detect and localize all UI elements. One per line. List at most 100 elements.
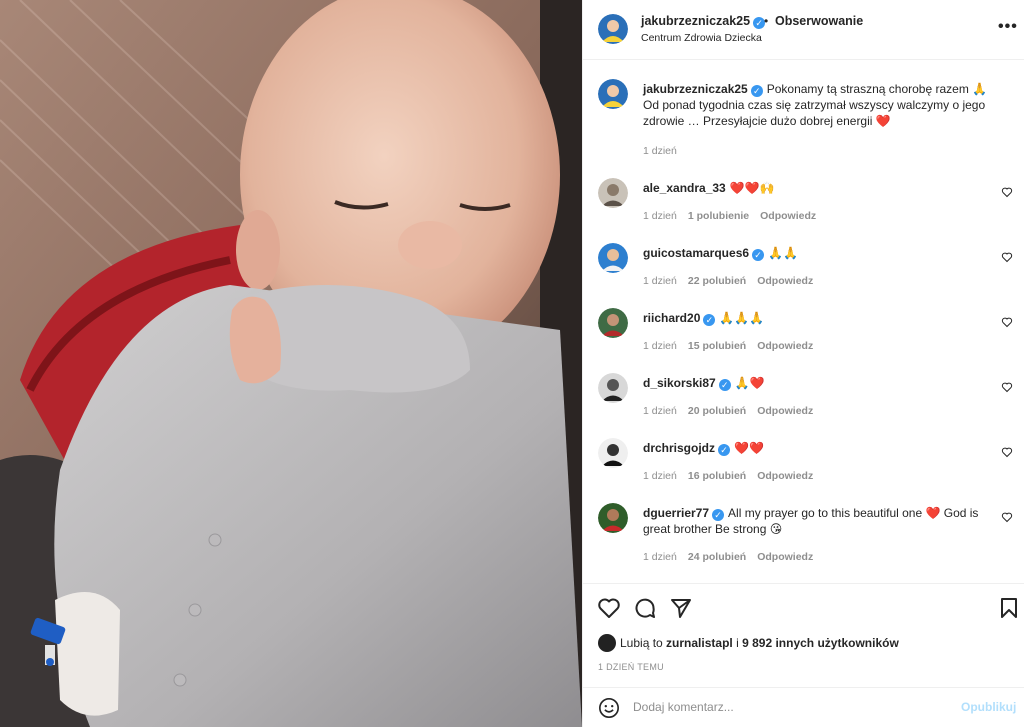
comment-meta: 1 dzień 24 polubień Odpowiedz [643,551,824,563]
like-heart-icon[interactable] [597,596,621,620]
comment-input[interactable] [633,700,943,714]
comment-likes[interactable]: 22 polubień [688,275,746,287]
likes-middle: i [736,636,739,650]
more-options-icon[interactable]: ••• [998,18,1018,36]
author-username[interactable]: jakubrzezniczak25 ✓ [641,14,766,29]
comment-time[interactable]: 1 dzień [643,340,677,352]
likes-others[interactable]: 9 892 innych użytkowników [742,636,899,650]
verified-icon: ✓ [703,314,716,326]
caption-text: jakubrzezniczak25 ✓ Pokonamy tą straszną c… [643,81,998,129]
comment-body: 🙏🙏🙏 [719,311,765,325]
author-username-text[interactable]: jakubrzezniczak25 [641,14,750,28]
instagram-post: jakubrzezniczak25 ✓ • Obserwowanie Centru… [0,0,1024,727]
comment-likes[interactable]: 20 polubień [688,405,746,417]
avatar-image [598,438,628,468]
publish-button[interactable]: Opublikuj [961,700,1016,714]
verified-icon: ✓ [752,249,765,261]
reply-button[interactable]: Odpowiedz [757,340,813,352]
commenter-avatar[interactable] [598,373,628,403]
reply-button[interactable]: Odpowiedz [760,210,816,222]
emoji-smiley-icon[interactable] [598,697,620,719]
author-avatar[interactable] [598,14,628,44]
comment-time[interactable]: 1 dzień [643,470,677,482]
liker-username[interactable]: zurnalistapl [666,636,733,650]
comment-username-text[interactable]: d_sikorski87 [643,376,716,390]
post-date[interactable]: 1 DZIEŃ TEMU [598,662,664,672]
comments-list[interactable]: jakubrzezniczak25 ✓ Pokonamy tą straszną c… [583,61,1024,583]
avatar-image [598,243,628,273]
reply-button[interactable]: Odpowiedz [757,470,813,482]
comment-body: ❤️❤️ [734,441,764,455]
comment-meta: 1 dzień 15 polubień Odpowiedz [643,340,824,352]
heart-outline-icon[interactable] [1001,316,1013,328]
share-paper-plane-icon[interactable] [669,596,693,620]
verified-icon: ✓ [718,379,731,391]
comment-text: drchrisgojdz ✓ ❤️❤️ [643,440,998,456]
comment-username[interactable]: riichard20 ✓ [643,311,716,326]
comment-text: dguerrier77 ✓ All my prayer go to this bea… [643,505,998,537]
comment-time[interactable]: 1 dzień [643,405,677,417]
caption-meta: 1 dzień [643,145,688,157]
separator-dot: • [764,14,769,28]
comment-likes[interactable]: 16 polubień [688,470,746,482]
commenter-avatar[interactable] [598,503,628,533]
commenter-avatar[interactable] [598,178,628,208]
avatar-image [598,373,628,403]
caption-avatar[interactable] [598,79,628,109]
add-comment-bar: Opublikuj [583,687,1024,728]
heart-outline-icon[interactable] [1001,251,1013,263]
post-header: jakubrzezniczak25 ✓ • Obserwowanie Centru… [583,0,1024,60]
comment-time[interactable]: 1 dzień [643,551,677,563]
comment-username-text[interactable]: dguerrier77 [643,506,709,520]
likes-summary: Lubią to zurnalistapl i 9 892 innych uży… [598,634,899,652]
comment-text: riichard20 ✓ 🙏🙏🙏 [643,310,998,326]
commenter-avatar[interactable] [598,243,628,273]
following-button[interactable]: Obserwowanie [775,14,863,28]
comment-time[interactable]: 1 dzień [643,275,677,287]
post-actions: Lubią to zurnalistapl i 9 892 innych uży… [583,583,1024,727]
caption-time[interactable]: 1 dzień [643,145,677,157]
caption-username[interactable]: jakubrzezniczak25 ✓ [643,82,763,97]
heart-outline-icon[interactable] [1001,186,1013,198]
verified-icon: ✓ [718,444,731,456]
comment-text: d_sikorski87 ✓ 🙏❤️ [643,375,998,391]
comment-text: guicostamarques6 ✓ 🙏🙏 [643,245,998,261]
avatar-image [598,308,628,338]
comment-body: 🙏🙏 [768,246,798,260]
likes-prefix: Lubią to [620,636,663,650]
comment-username[interactable]: d_sikorski87 ✓ [643,376,731,391]
commenter-avatar[interactable] [598,438,628,468]
reply-button[interactable]: Odpowiedz [757,405,813,417]
comment-username[interactable]: drchrisgojdz ✓ [643,441,731,456]
comment-username[interactable]: guicostamarques6 ✓ [643,246,765,261]
comment-username-text[interactable]: drchrisgojdz [643,441,715,455]
comment-text: ale_xandra_33 ❤️❤️🙌 [643,180,998,196]
commenter-avatar[interactable] [598,308,628,338]
comment-body: 🙏❤️ [734,376,765,390]
heart-outline-icon[interactable] [1001,511,1013,523]
comment-meta: 1 dzień 22 polubień Odpowiedz [643,275,824,287]
reply-button[interactable]: Odpowiedz [757,275,813,287]
avatar-image [598,14,628,44]
comment-bubble-icon[interactable] [633,596,657,620]
verified-icon: ✓ [712,509,725,521]
location-link[interactable]: Centrum Zdrowia Dziecka [641,32,762,44]
save-bookmark-icon[interactable] [997,596,1021,620]
comment-likes[interactable]: 15 polubień [688,340,746,352]
liker-avatar[interactable] [598,634,616,652]
heart-outline-icon[interactable] [1001,381,1013,393]
comment-username-text[interactable]: guicostamarques6 [643,246,749,260]
comment-username[interactable]: dguerrier77 ✓ [643,506,725,521]
caption-username-text[interactable]: jakubrzezniczak25 [643,82,748,96]
post-photo[interactable] [0,0,582,727]
heart-outline-icon[interactable] [1001,446,1013,458]
comment-username[interactable]: ale_xandra_33 [643,181,726,195]
reply-button[interactable]: Odpowiedz [757,551,813,563]
post-sidebar: jakubrzezniczak25 ✓ • Obserwowanie Centru… [582,0,1024,727]
comment-username-text[interactable]: riichard20 [643,311,700,325]
comment-likes[interactable]: 1 polubienie [688,210,749,222]
comment-time[interactable]: 1 dzień [643,210,677,222]
avatar-image [598,79,628,109]
comment-likes[interactable]: 24 polubień [688,551,746,563]
avatar-image [598,503,628,533]
